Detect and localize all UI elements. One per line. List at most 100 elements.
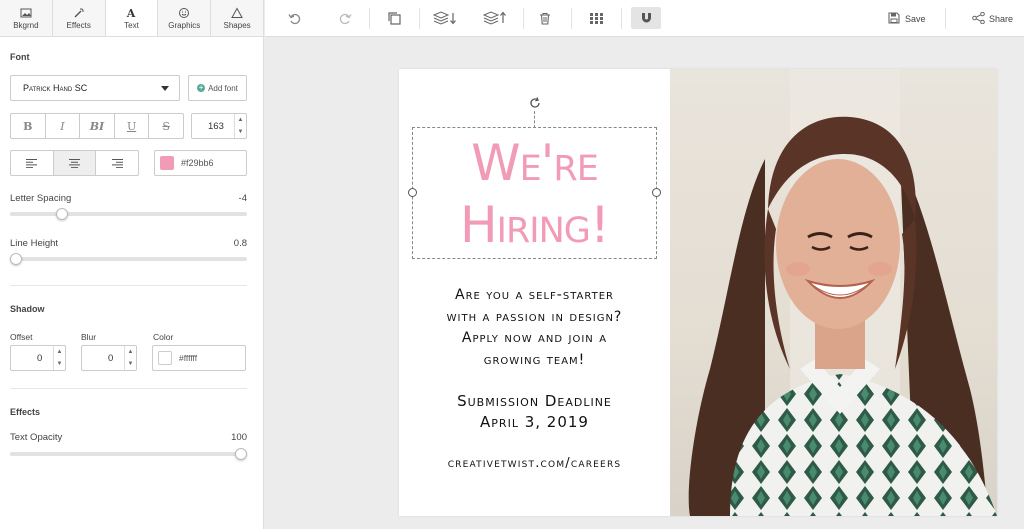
headline-text-box[interactable]: We're Hiring! — [408, 97, 661, 259]
text-color-value: #f29bb6 — [181, 158, 214, 168]
rotate-handle-stem — [534, 111, 535, 128]
headline-line-2: Hiring! — [460, 196, 610, 254]
stepper-arrows[interactable]: ▲ ▼ — [53, 346, 65, 370]
chevron-up-icon: ▲ — [56, 349, 63, 355]
undo-button[interactable] — [285, 9, 303, 27]
trash-icon — [540, 12, 550, 25]
poster-photo[interactable] — [670, 69, 997, 516]
text-opacity-value: 100 — [231, 432, 247, 443]
stepper-arrows[interactable]: ▲ ▼ — [124, 346, 136, 370]
body-line: with a passion in design? — [446, 308, 623, 325]
plus-circle-icon: + — [197, 83, 206, 92]
chevron-down-icon: ▼ — [237, 129, 244, 135]
text-opacity-slider[interactable] — [10, 452, 247, 456]
tab-label: Bkgrnd — [13, 20, 39, 30]
line-height-slider[interactable] — [10, 257, 247, 261]
toolbar-separator — [369, 8, 370, 29]
bring-forward-button[interactable] — [483, 9, 507, 27]
magic-wand-icon — [74, 7, 84, 17]
smiley-icon — [179, 7, 190, 18]
line-height-value: 0.8 — [233, 238, 247, 249]
save-icon-wrap[interactable] — [885, 9, 903, 27]
letter-spacing-value: -4 — [238, 193, 247, 204]
send-backward-button[interactable] — [433, 9, 457, 27]
font-family-dropdown[interactable]: Patrick Hand SC — [10, 75, 180, 101]
svg-text:A: A — [126, 7, 136, 19]
tab-shapes[interactable]: Shapes — [211, 0, 263, 36]
font-size-value: 163 — [208, 120, 224, 132]
bold-italic-button[interactable]: BI — [80, 114, 115, 138]
properties-panel: Bkgrnd Effects A Text Graphics Shapes Fo… — [0, 0, 264, 529]
shadow-section-title: Shadow — [10, 304, 45, 314]
font-size-stepper[interactable]: 163 ▲ ▼ — [191, 113, 247, 139]
tab-text[interactable]: A Text — [105, 0, 159, 36]
effects-section-title: Effects — [10, 407, 41, 417]
align-left-icon — [26, 158, 38, 168]
body-line: Are you a self-starter — [455, 287, 614, 303]
tab-bkgrnd[interactable]: Bkgrnd — [0, 0, 53, 36]
design-canvas[interactable]: We're Hiring! Are you a self-starter wit… — [399, 69, 997, 516]
save-button[interactable]: Save — [905, 14, 926, 24]
delete-button[interactable] — [536, 9, 554, 27]
toolbar-separator — [419, 8, 420, 29]
align-center-button[interactable] — [53, 151, 97, 175]
shadow-offset-stepper[interactable]: 0 ▲ ▼ — [10, 345, 66, 371]
divider — [10, 285, 247, 286]
chevron-down-icon: ▼ — [56, 361, 63, 367]
align-right-button[interactable] — [96, 151, 138, 175]
shadow-blur-value: 0 — [108, 352, 114, 364]
text-opacity-handle[interactable] — [235, 448, 247, 460]
chevron-up-icon: ▲ — [127, 349, 134, 355]
shadow-offset-value: 0 — [37, 352, 43, 364]
shadow-blur-stepper[interactable]: 0 ▲ ▼ — [81, 345, 137, 371]
body-line: growing team! — [483, 351, 586, 368]
divider — [10, 388, 247, 389]
grid-button[interactable] — [587, 9, 605, 27]
tab-effects[interactable]: Effects — [53, 0, 106, 36]
letter-spacing-handle[interactable] — [56, 208, 68, 220]
strikethrough-button[interactable]: S — [149, 114, 183, 138]
font-section-title: Font — [10, 52, 30, 62]
tab-label: Effects — [66, 20, 91, 30]
redo-button[interactable] — [336, 9, 354, 27]
undo-icon — [287, 13, 300, 24]
layers-down-icon — [433, 11, 456, 25]
shadow-color-picker[interactable]: #ffffff — [152, 345, 246, 371]
share-button[interactable]: Share — [989, 14, 1013, 24]
underline-button[interactable]: U — [115, 114, 150, 138]
letter-spacing-slider[interactable] — [10, 212, 247, 216]
tab-label: Text — [124, 20, 139, 30]
text-format-group: B I BI U S — [10, 113, 184, 139]
chevron-down-icon — [161, 86, 169, 91]
align-left-button[interactable] — [11, 151, 54, 175]
align-right-icon — [111, 158, 123, 168]
color-swatch — [160, 156, 174, 170]
panel-tabs: Bkgrnd Effects A Text Graphics Shapes — [0, 0, 263, 37]
redo-icon — [339, 13, 352, 24]
rotate-handle-icon[interactable] — [528, 96, 542, 110]
duplicate-button[interactable] — [385, 9, 403, 27]
bold-button[interactable]: B — [11, 114, 46, 138]
deadline-title: Submission Deadline — [457, 392, 612, 410]
editor-app: Bkgrnd Effects A Text Graphics Shapes Fo… — [0, 0, 1024, 529]
add-font-label: Add font — [208, 83, 238, 93]
font-family-value: Patrick Hand SC — [23, 83, 88, 93]
snap-magnet-button[interactable] — [631, 7, 661, 29]
tab-label: Shapes — [223, 20, 251, 30]
add-font-button[interactable]: + Add font — [188, 75, 247, 101]
toolbar-separator — [945, 8, 946, 29]
body-line: Apply now and join a — [461, 330, 608, 346]
share-icon-wrap[interactable] — [969, 9, 987, 27]
line-height-handle[interactable] — [10, 253, 22, 265]
stepper-arrows[interactable]: ▲ ▼ — [234, 114, 246, 138]
text-color-picker[interactable]: #f29bb6 — [154, 150, 247, 176]
shadow-color-value: #ffffff — [179, 353, 198, 363]
shadow-color-label: Color — [153, 332, 174, 342]
tab-graphics[interactable]: Graphics — [158, 0, 212, 36]
italic-button[interactable]: I — [46, 114, 81, 138]
text-icon: A — [126, 7, 136, 19]
magnet-icon — [641, 12, 651, 22]
toolbar-separator — [523, 8, 524, 29]
headline-line-1: We're — [471, 134, 599, 192]
alignment-group — [10, 150, 139, 176]
